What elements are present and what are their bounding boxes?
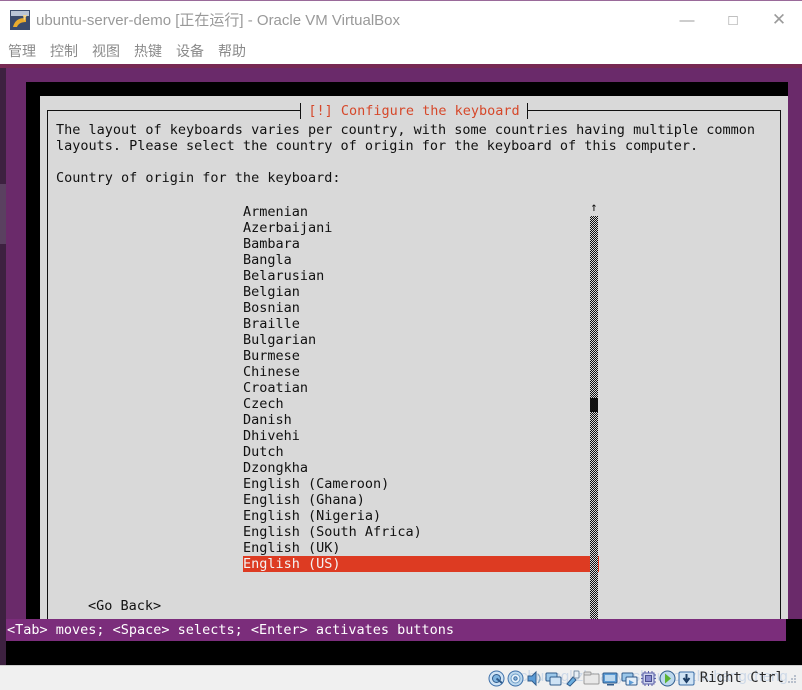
recording-icon[interactable] <box>621 670 638 687</box>
country-list[interactable]: Armenian Azerbaijani Bambara Bangla Bela… <box>243 204 599 572</box>
installer-background: [!] Configure the keyboard The layout of… <box>6 68 802 665</box>
virtualization-icon[interactable] <box>640 670 657 687</box>
dialog-prompt-label: Country of origin for the keyboard: <box>56 170 341 186</box>
list-item[interactable]: English (South Africa) <box>243 524 599 540</box>
mouse-integration-icon[interactable] <box>659 670 676 687</box>
menu-bar: 管理 控制 视图 热键 设备 帮助 <box>0 38 802 64</box>
scrollbar-thumb[interactable] <box>590 398 598 412</box>
terminal-bottom-filler <box>6 641 802 665</box>
window-title: ubuntu-server-demo [正在运行] - Oracle VM Vi… <box>36 12 401 29</box>
host-key-label: Right Ctrl <box>699 670 784 686</box>
usb-icon[interactable] <box>564 670 581 687</box>
status-bar-icons <box>488 670 695 687</box>
list-item[interactable]: Azerbaijani <box>243 220 599 236</box>
list-item[interactable]: English (Nigeria) <box>243 508 599 524</box>
display-icon[interactable] <box>602 670 619 687</box>
go-back-button[interactable]: <Go Back> <box>88 598 161 614</box>
vm-status-bar: chuanglizhuanyeshouyouzhuhangcheng <box>0 665 802 690</box>
list-item[interactable]: Bangla <box>243 252 599 268</box>
list-item[interactable]: Bosnian <box>243 300 599 316</box>
list-item[interactable]: English (UK) <box>243 540 599 556</box>
installer-hint-bar: <Tab> moves; <Space> selects; <Enter> ac… <box>6 619 802 641</box>
scroll-up-arrow-icon[interactable]: ↑ <box>586 200 602 214</box>
minimize-icon[interactable]: — <box>664 1 710 39</box>
dialog-description: The layout of keyboards varies per count… <box>56 122 755 154</box>
virtualbox-window: ubuntu-server-demo [正在运行] - Oracle VM Vi… <box>0 0 802 690</box>
scrollbar-track[interactable] <box>590 216 598 640</box>
optical-disk-icon[interactable] <box>507 670 524 687</box>
key-hints-text: <Tab> moves; <Space> selects; <Enter> ac… <box>7 622 455 638</box>
list-item-selected[interactable]: English (US) <box>243 556 599 572</box>
list-item[interactable]: Dzongkha <box>243 460 599 476</box>
list-item[interactable]: English (Cameroon) <box>243 476 599 492</box>
virtualbox-logo-icon <box>10 10 30 30</box>
audio-icon[interactable] <box>526 670 543 687</box>
list-item[interactable]: Czech <box>243 396 599 412</box>
menu-item-view[interactable]: 视图 <box>92 41 120 61</box>
list-item[interactable]: Belgian <box>243 284 599 300</box>
list-scrollbar[interactable]: ↑ ↓ <box>586 200 602 656</box>
close-icon[interactable]: ✕ <box>756 1 802 39</box>
list-item[interactable]: Dutch <box>243 444 599 460</box>
menu-item-devices[interactable]: 设备 <box>176 41 204 61</box>
hint-bar-inner: <Tab> moves; <Space> selects; <Enter> ac… <box>6 619 786 641</box>
menu-item-manage[interactable]: 管理 <box>8 41 36 61</box>
list-item[interactable]: Dhivehi <box>243 428 599 444</box>
terminal-backdrop: [!] Configure the keyboard The layout of… <box>26 82 788 656</box>
menu-item-control[interactable]: 控制 <box>50 41 78 61</box>
configure-keyboard-dialog: [!] Configure the keyboard The layout of… <box>40 96 788 656</box>
list-item[interactable]: Burmese <box>243 348 599 364</box>
vm-display[interactable]: [!] Configure the keyboard The layout of… <box>0 64 802 665</box>
shared-folders-icon[interactable] <box>583 670 600 687</box>
host-key-icon[interactable] <box>678 670 695 687</box>
list-item[interactable]: Chinese <box>243 364 599 380</box>
window-title-bar: ubuntu-server-demo [正在运行] - Oracle VM Vi… <box>0 0 802 38</box>
network-icon[interactable] <box>545 670 562 687</box>
list-item[interactable]: Croatian <box>243 380 599 396</box>
menu-item-help[interactable]: 帮助 <box>218 41 246 61</box>
dialog-title: [!] Configure the keyboard <box>300 103 528 119</box>
maximize-icon[interactable]: □ <box>710 1 756 39</box>
list-item[interactable]: Braille <box>243 316 599 332</box>
list-item[interactable]: English (Ghana) <box>243 492 599 508</box>
list-item[interactable]: Bambara <box>243 236 599 252</box>
resize-grip-icon[interactable] <box>788 672 798 684</box>
list-item[interactable]: Belarusian <box>243 268 599 284</box>
menu-item-hotkey[interactable]: 热键 <box>134 41 162 61</box>
list-item[interactable]: Armenian <box>243 204 599 220</box>
list-item[interactable]: Danish <box>243 412 599 428</box>
window-controls: — □ ✕ <box>664 1 802 39</box>
list-item[interactable]: Bulgarian <box>243 332 599 348</box>
dialog-title-row: [!] Configure the keyboard <box>40 102 788 120</box>
hard-disk-icon[interactable] <box>488 670 505 687</box>
